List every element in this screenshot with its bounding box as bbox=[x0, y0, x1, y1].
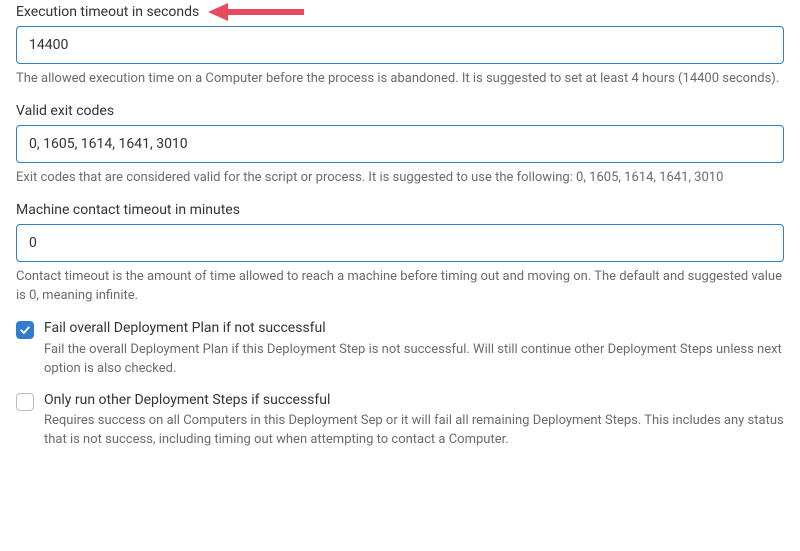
checkbox-row-fail-overall: Fail overall Deployment Plan if not succ… bbox=[16, 319, 784, 378]
execution-timeout-label: Execution timeout in seconds bbox=[16, 4, 784, 20]
field-exit-codes: Valid exit codes Exit codes that are con… bbox=[16, 103, 784, 188]
only-run-if-success-checkbox[interactable] bbox=[16, 393, 34, 411]
field-contact-timeout: Machine contact timeout in minutes Conta… bbox=[16, 202, 784, 306]
checkbox-row-only-run-if-success: Only run other Deployment Steps if succe… bbox=[16, 391, 784, 450]
contact-timeout-label: Machine contact timeout in minutes bbox=[16, 202, 784, 218]
checkmark-icon bbox=[19, 324, 31, 336]
only-run-if-success-label: Only run other Deployment Steps if succe… bbox=[44, 391, 784, 411]
execution-timeout-input[interactable] bbox=[16, 26, 784, 64]
contact-timeout-input[interactable] bbox=[16, 224, 784, 262]
fail-overall-checkbox[interactable] bbox=[16, 321, 34, 339]
only-run-if-success-desc: Requires success on all Computers in thi… bbox=[44, 412, 784, 450]
field-execution-timeout: Execution timeout in seconds The allowed… bbox=[16, 4, 784, 89]
execution-timeout-help: The allowed execution time on a Computer… bbox=[16, 70, 784, 89]
exit-codes-input[interactable] bbox=[16, 125, 784, 163]
exit-codes-help: Exit codes that are considered valid for… bbox=[16, 169, 784, 188]
fail-overall-desc: Fail the overall Deployment Plan if this… bbox=[44, 341, 784, 379]
exit-codes-label: Valid exit codes bbox=[16, 103, 784, 119]
fail-overall-label: Fail overall Deployment Plan if not succ… bbox=[44, 319, 784, 339]
contact-timeout-help: Contact timeout is the amount of time al… bbox=[16, 268, 784, 306]
